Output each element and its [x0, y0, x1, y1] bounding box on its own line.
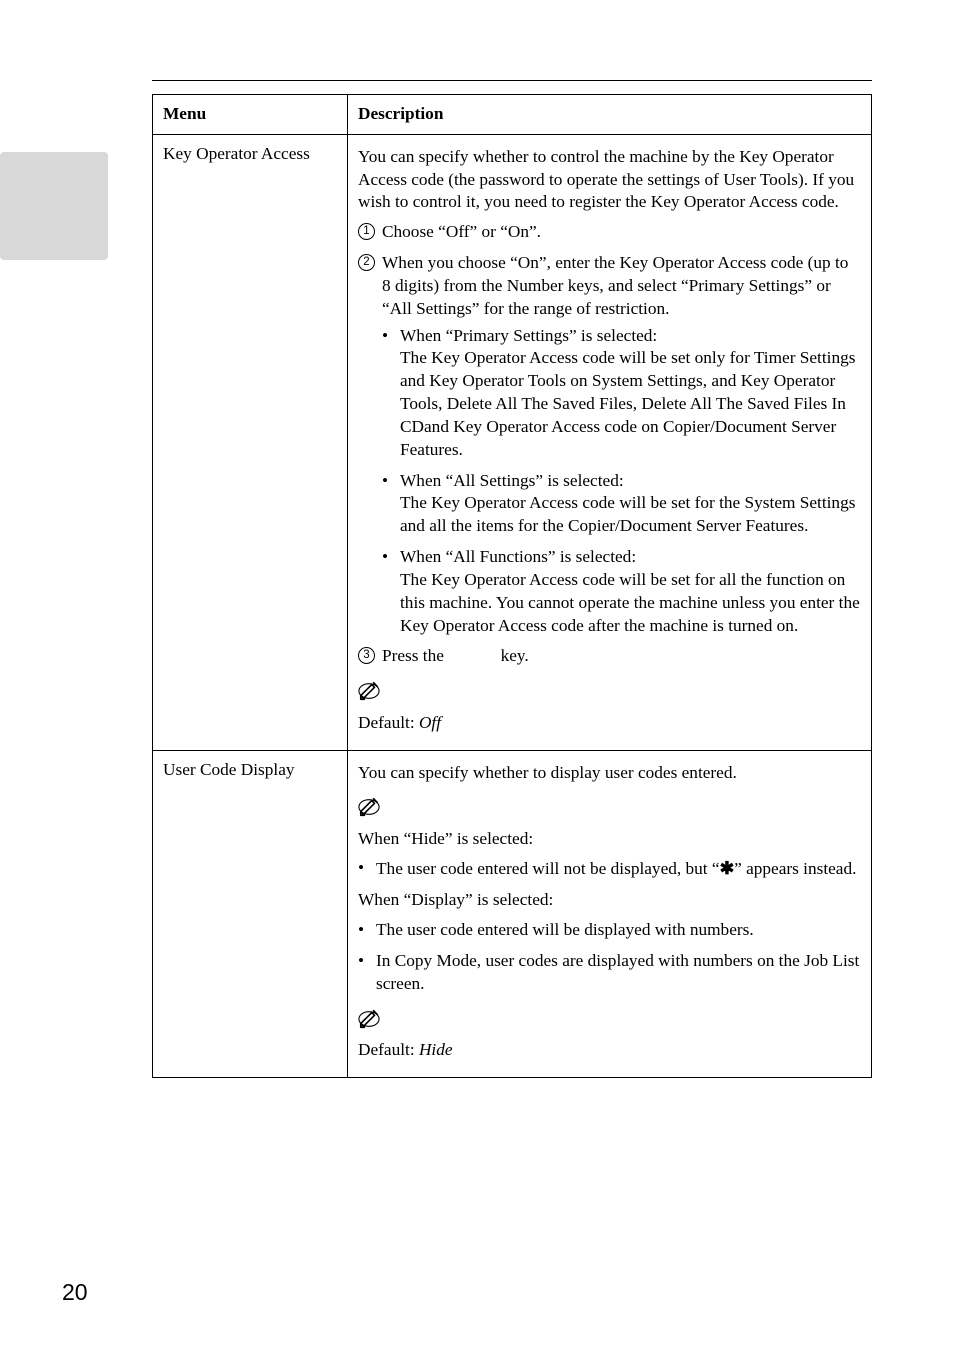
- bullet-display-copy-mode: In Copy Mode, user codes are displayed w…: [358, 950, 861, 996]
- step-list: 1 Choose “Off” or “On”. 2 When you choos…: [358, 221, 861, 668]
- hide-bullets: The user code entered will not be displa…: [358, 857, 861, 881]
- menu-cell-user-code-display: User Code Display: [153, 750, 348, 1077]
- bullet-hide: The user code entered will not be displa…: [358, 857, 861, 881]
- bullet-all-settings: When “All Settings” is selected: The Key…: [382, 470, 861, 538]
- default-value: Hide: [419, 1040, 453, 1059]
- hide-heading: When “Hide” is selected:: [358, 828, 861, 851]
- step-1-text: Choose “Off” or “On”.: [382, 222, 541, 241]
- bullet-primary-settings: When “Primary Settings” is selected: The…: [382, 325, 861, 462]
- star-icon: ✱: [720, 858, 734, 878]
- step-marker-2-icon: 2: [358, 254, 375, 271]
- step-2-bullets: When “Primary Settings” is selected: The…: [382, 325, 861, 638]
- table-row: Key Operator Access You can specify whet…: [153, 134, 872, 750]
- step-2-text: When you choose “On”, enter the Key Oper…: [382, 253, 848, 318]
- bullet-hide-post: ” appears instead.: [734, 859, 856, 878]
- bullet-all-functions: When “All Functions” is selected: The Ke…: [382, 546, 861, 637]
- settings-table: Menu Description Key Operator Access You…: [152, 94, 872, 1078]
- bullet-hide-pre: The user code entered will not be displa…: [376, 859, 720, 878]
- chapter-tab: [0, 152, 108, 260]
- menu-cell-key-operator-access: Key Operator Access: [153, 134, 348, 750]
- header-menu: Menu: [153, 95, 348, 135]
- step-1: 1 Choose “Off” or “On”.: [358, 221, 861, 244]
- bullet-display-numbers: The user code entered will be displayed …: [358, 919, 861, 942]
- step-3-text-pre: Press the: [382, 646, 448, 665]
- default-line: Default: Off: [358, 712, 861, 735]
- description-cell-key-operator-access: You can specify whether to control the m…: [348, 134, 872, 750]
- step-2: 2 When you choose “On”, enter the Key Op…: [358, 252, 861, 637]
- intro-text: You can specify whether to control the m…: [358, 146, 861, 214]
- step-marker-3-icon: 3: [358, 647, 375, 664]
- default-value: Off: [419, 713, 441, 732]
- step-marker-1-icon: 1: [358, 223, 375, 240]
- display-bullets: The user code entered will be displayed …: [358, 919, 861, 995]
- note-icon: [358, 1008, 380, 1037]
- note-icon: [358, 796, 380, 825]
- default-label: Default:: [358, 713, 419, 732]
- display-heading: When “Display” is selected:: [358, 889, 861, 912]
- default-line: Default: Hide: [358, 1039, 861, 1062]
- step-3-text-post: key.: [496, 646, 528, 665]
- description-cell-user-code-display: You can specify whether to display user …: [348, 750, 872, 1077]
- step-3: 3 Press the key.: [358, 645, 861, 668]
- page-number: 20: [62, 1279, 88, 1306]
- header-description: Description: [348, 95, 872, 135]
- table-row: User Code Display You can specify whethe…: [153, 750, 872, 1077]
- default-label: Default:: [358, 1040, 419, 1059]
- top-rule: [152, 80, 872, 94]
- table-header-row: Menu Description: [153, 95, 872, 135]
- note-icon: [358, 680, 380, 709]
- intro-text: You can specify whether to display user …: [358, 762, 861, 785]
